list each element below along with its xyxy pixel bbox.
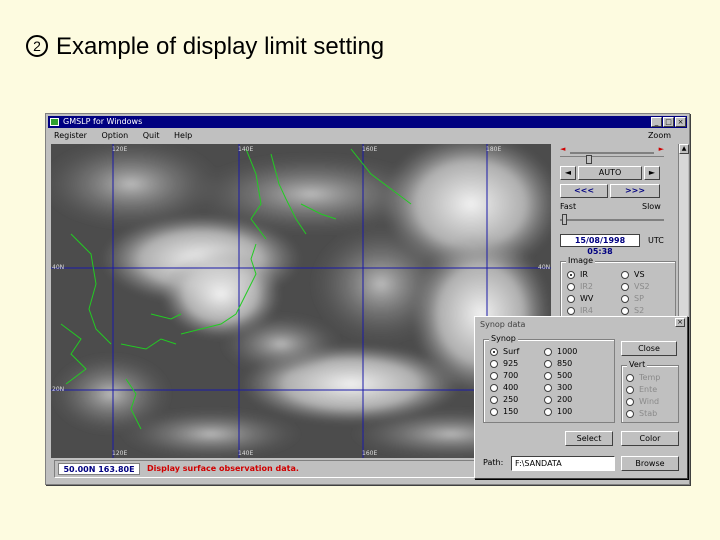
radio-1000[interactable]: 1000 (544, 347, 577, 356)
speed-slider-top[interactable]: ◄ ► (560, 145, 664, 154)
path-label: Path: (483, 458, 504, 467)
rewind-button[interactable]: <<< (560, 184, 608, 198)
lat-label-20n: 20N (52, 386, 65, 393)
zoom-label: Zoom (647, 131, 671, 140)
radio-s2[interactable]: S2 (621, 306, 644, 315)
synop-group: Synop Surf 925 700 400 250 150 1000 850 … (483, 334, 615, 423)
window-titlebar: GMSLP for Windows _ □ × (48, 116, 687, 128)
auto-button[interactable]: AUTO (578, 166, 642, 180)
synop-dialog: Synop data × Synop Surf 925 700 400 250 … (474, 316, 688, 479)
bottom-label-120e: 120E (112, 450, 128, 457)
radio-850[interactable]: 850 (544, 359, 572, 368)
speed-slider[interactable] (560, 214, 664, 225)
forward-button[interactable]: >>> (610, 184, 660, 198)
bottom-label-140e: 140E (238, 450, 254, 457)
step-back-button[interactable]: ◄ (560, 166, 576, 180)
radio-300[interactable]: 300 (544, 383, 572, 392)
radio-vs[interactable]: VS (621, 270, 645, 279)
timezone-label: UTC (648, 236, 664, 245)
synop-dialog-title: Synop data (477, 319, 685, 330)
slide-number: 2 (26, 35, 48, 57)
vert-group: Vert Temp Ente Wind Stab (621, 360, 679, 423)
lat-label-40n-right: 40N (538, 264, 551, 271)
status-bar: 50.00N 163.80E Display surface observati… (54, 460, 489, 478)
slider-right-arrow-icon: ► (658, 145, 664, 153)
radio-925[interactable]: 925 (490, 359, 518, 368)
minimize-button[interactable]: _ (651, 117, 662, 127)
window-title: GMSLP for Windows (63, 117, 143, 126)
image-group-label: Image (566, 256, 596, 265)
maximize-button[interactable]: □ (663, 117, 674, 127)
lat-label-40n-left: 40N (52, 264, 65, 271)
radio-vs2[interactable]: VS2 (621, 282, 650, 291)
radio-100[interactable]: 100 (544, 407, 572, 416)
play-right-icon: ► (648, 168, 656, 177)
synop-group-label: Synop (489, 334, 518, 343)
slider-left-arrow-icon: ◄ (560, 145, 566, 153)
radio-wind[interactable]: Wind (626, 397, 659, 406)
close-window-button[interactable]: × (675, 117, 686, 127)
fast-label: Fast (560, 202, 577, 211)
lon-label-140e: 140E (238, 146, 254, 153)
radio-ente[interactable]: Ente (626, 385, 657, 394)
frame-ticks (560, 155, 664, 164)
lon-label-180e: 180E (486, 146, 502, 153)
speed-thumb[interactable] (562, 214, 567, 225)
close-icon[interactable]: × (675, 318, 685, 327)
menu-quit[interactable]: Quit (143, 131, 160, 140)
slide-title-text: Example of display limit setting (56, 33, 385, 60)
select-button[interactable]: Select (565, 431, 613, 446)
radio-temp[interactable]: Temp (626, 373, 660, 382)
radio-250[interactable]: 250 (490, 395, 518, 404)
radio-wv[interactable]: WV (567, 294, 593, 303)
datetime-display: 15/08/1998 05:38 (560, 234, 640, 256)
menu-option[interactable]: Option (101, 131, 128, 140)
frame-thumb[interactable] (586, 155, 592, 164)
path-input[interactable]: F:\SANDATA (511, 456, 615, 471)
play-left-icon: ◄ (564, 168, 572, 177)
color-button[interactable]: Color (621, 431, 679, 446)
lon-label-160e: 160E (362, 146, 378, 153)
menu-help[interactable]: Help (174, 131, 192, 140)
slide-title: 2 Example of display limit setting (26, 33, 384, 61)
radio-400[interactable]: 400 (490, 383, 518, 392)
radio-ir[interactable]: IR (567, 270, 588, 279)
radio-700[interactable]: 700 (490, 371, 518, 380)
radio-500[interactable]: 500 (544, 371, 572, 380)
radio-ir4[interactable]: IR4 (567, 306, 593, 315)
radio-ir2[interactable]: IR2 (567, 282, 593, 291)
radio-200[interactable]: 200 (544, 395, 572, 404)
close-button[interactable]: Close (621, 341, 677, 356)
scroll-up-icon[interactable]: ▲ (679, 144, 689, 154)
bottom-label-160e: 160E (362, 450, 378, 457)
radio-sp[interactable]: SP (621, 294, 644, 303)
lon-label-120e: 120E (112, 146, 128, 153)
step-forward-button[interactable]: ► (644, 166, 660, 180)
cursor-coordinate: 50.00N 163.80E (58, 463, 140, 475)
browse-button[interactable]: Browse (621, 456, 679, 471)
radio-150[interactable]: 150 (490, 407, 518, 416)
radio-stab[interactable]: Stab (626, 409, 657, 418)
app-icon (50, 118, 59, 126)
menu-register[interactable]: Register (54, 131, 87, 140)
slow-label: Slow (642, 202, 661, 211)
status-message: Display surface observation data. (147, 464, 299, 473)
radio-surf[interactable]: Surf (490, 347, 519, 356)
menu-bar: Register Option Quit Help Zoom (48, 129, 687, 142)
vert-group-label: Vert (627, 360, 648, 369)
